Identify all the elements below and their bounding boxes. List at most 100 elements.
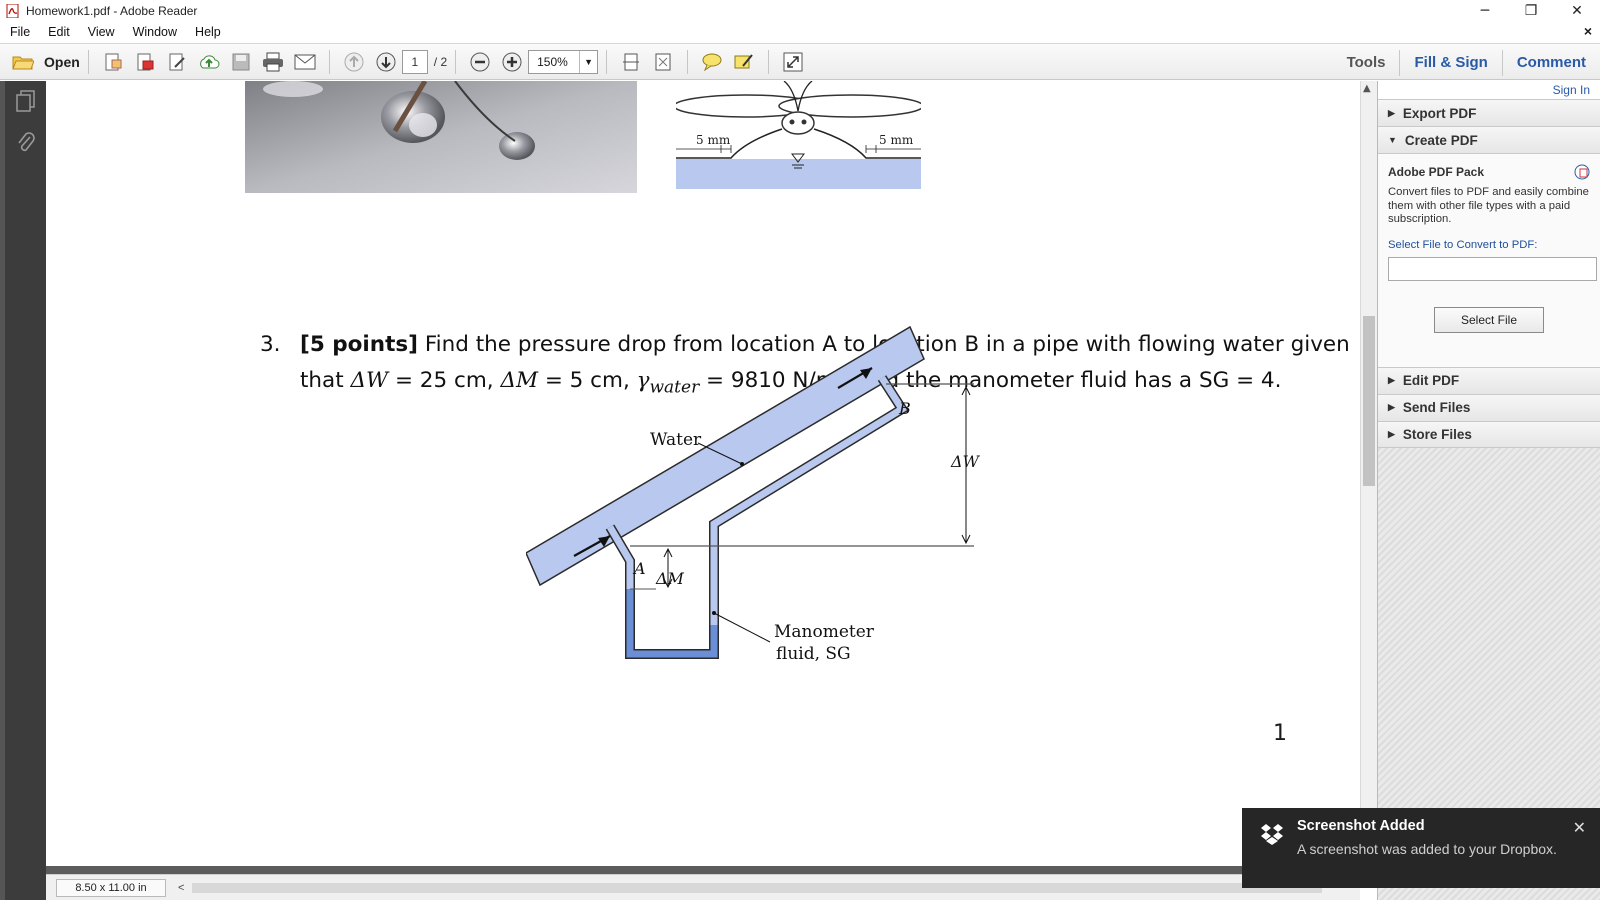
notification-message: A screenshot was added to your Dropbox.	[1297, 841, 1557, 857]
email-button[interactable]	[291, 48, 319, 76]
save-button[interactable]	[227, 48, 255, 76]
open-button[interactable]: Open	[12, 53, 80, 71]
create-pdf-icon	[105, 53, 122, 70]
send-files-label: Send Files	[1402, 400, 1471, 415]
fill-sign-tab[interactable]: Fill & Sign	[1399, 49, 1501, 76]
toolbar-separator	[87, 49, 89, 74]
toolbar-separator	[455, 49, 457, 74]
question-text-2b: = 25 cm,	[388, 368, 501, 394]
scroll-up-icon[interactable]: ▲	[1363, 83, 1371, 94]
question-number: 3.	[260, 332, 281, 357]
arrow-down-circle-icon	[376, 52, 396, 71]
page-thumbnails-button[interactable]	[14, 89, 38, 113]
fit-width-icon	[623, 53, 640, 70]
edit-document-icon	[169, 53, 185, 70]
highlight-pen-icon	[734, 53, 753, 68]
window-title: Homework1.pdf - Adobe Reader	[26, 4, 198, 18]
zoom-out-button[interactable]	[466, 48, 494, 76]
scrollbar-thumb[interactable]	[1363, 316, 1375, 486]
point-a-label: A	[632, 559, 646, 578]
print-icon	[262, 52, 283, 71]
page-total: / 2	[433, 54, 448, 69]
question-text-2a: that	[300, 368, 351, 394]
next-page-button[interactable]	[372, 48, 400, 76]
chevron-right-icon: ▶	[1388, 428, 1395, 439]
menu-help[interactable]: Help	[185, 25, 229, 39]
restore-button[interactable]: ❐	[1508, 0, 1554, 22]
select-file-button[interactable]: Select File	[1434, 306, 1544, 333]
zoom-in-button[interactable]	[498, 48, 526, 76]
create-pdf-label: Create PDF	[1404, 132, 1478, 148]
horizontal-scrollbar[interactable]	[192, 882, 1323, 893]
send-files-section[interactable]: ▶ Send Files	[1378, 393, 1600, 421]
comment-tab[interactable]: Comment	[1501, 49, 1600, 76]
sign-in-link[interactable]: Sign In	[1378, 81, 1600, 99]
navigation-pane	[0, 81, 46, 900]
chevron-down-icon: ▼	[579, 50, 597, 73]
close-document-button[interactable]: ×	[1584, 23, 1592, 39]
water-strider-diagram: 5 mm 5 mm	[676, 81, 921, 189]
full-screen-button[interactable]	[779, 48, 807, 76]
open-label: Open	[44, 53, 80, 70]
close-window-button[interactable]: ✕	[1554, 0, 1600, 22]
notification-title: Screenshot Added	[1297, 818, 1425, 834]
file-path-input[interactable]	[1388, 256, 1597, 281]
pdf-pack-icon	[1574, 164, 1590, 180]
zoom-value: 150%	[537, 54, 568, 69]
scroll-left-icon[interactable]: <	[178, 882, 184, 894]
export-pdf-label: Export PDF	[1402, 105, 1477, 121]
store-files-section[interactable]: ▶ Store Files	[1378, 420, 1600, 448]
create-pdf-button[interactable]	[99, 48, 127, 76]
status-bar: 8.50 x 11.00 in <	[46, 874, 1360, 900]
page-size-indicator: 8.50 x 11.00 in	[56, 878, 166, 897]
previous-page-button[interactable]	[340, 48, 368, 76]
fit-window-button[interactable]	[649, 48, 677, 76]
create-pdf-section[interactable]: ▼ Create PDF	[1378, 126, 1600, 153]
attachments-button[interactable]	[14, 131, 38, 155]
zoom-select[interactable]: 150% ▼	[528, 49, 599, 74]
export-pdf-icon	[137, 53, 154, 70]
edit-pdf-label: Edit PDF	[1402, 373, 1460, 388]
delta-m-label: ΔM	[655, 569, 685, 588]
export-pdf-button[interactable]	[131, 48, 159, 76]
menu-file[interactable]: File	[0, 25, 38, 39]
minimize-button[interactable]: ─	[1462, 0, 1508, 22]
vertical-scrollbar[interactable]: ▲	[1360, 81, 1377, 881]
page-separator	[46, 866, 1360, 874]
manometer-fluid	[626, 589, 718, 658]
save-icon	[232, 53, 250, 70]
toolbar-separator	[328, 49, 330, 74]
expand-icon	[783, 52, 803, 71]
toolbar-separator	[687, 49, 689, 74]
edit-pdf-section[interactable]: ▶ Edit PDF	[1378, 366, 1600, 394]
edit-pdf-button[interactable]	[163, 48, 191, 76]
menu-view[interactable]: View	[78, 25, 123, 39]
delta-w-symbol: ΔW	[350, 368, 389, 394]
paperclip-icon	[18, 132, 35, 152]
manometer-label-2: fluid, SG	[776, 644, 851, 661]
menu-window[interactable]: Window	[123, 25, 185, 39]
water-strider-photo	[245, 81, 637, 193]
close-notification-button[interactable]: ✕	[1573, 818, 1586, 838]
fit-page-button[interactable]	[617, 48, 645, 76]
points-label: [5 points]	[300, 332, 419, 357]
document-viewer[interactable]: 5 mm 5 mm 3. [5 points] Find the pressur…	[46, 81, 1360, 866]
pipe-manometer-diagram: ΔM ΔW Water A B Manometer fluid, SG	[526, 325, 981, 661]
print-button[interactable]	[259, 48, 287, 76]
pdf-pack-title: Adobe PDF Pack	[1388, 165, 1485, 179]
menu-edit[interactable]: Edit	[38, 25, 78, 39]
page-number-input[interactable]: 1	[401, 49, 428, 74]
add-comment-button[interactable]	[698, 48, 726, 76]
toolbar-separator	[606, 49, 608, 74]
dropbox-notification[interactable]: Screenshot Added A screenshot was added …	[1242, 808, 1600, 888]
chevron-right-icon: ▶	[1388, 375, 1395, 385]
highlight-button[interactable]	[730, 48, 758, 76]
adobe-reader-icon	[6, 4, 19, 18]
pdf-pack-description: Convert files to PDF and easily combine …	[1388, 186, 1589, 225]
manometer-label-1: Manometer	[774, 622, 875, 642]
export-pdf-section[interactable]: ▶ Export PDF	[1378, 99, 1600, 126]
upload-button[interactable]	[195, 48, 223, 76]
tools-tab[interactable]: Tools	[1333, 54, 1400, 71]
title-bar: Homework1.pdf - Adobe Reader ─ ❐ ✕	[0, 0, 1600, 22]
delta-w-label: ΔW	[950, 452, 981, 471]
